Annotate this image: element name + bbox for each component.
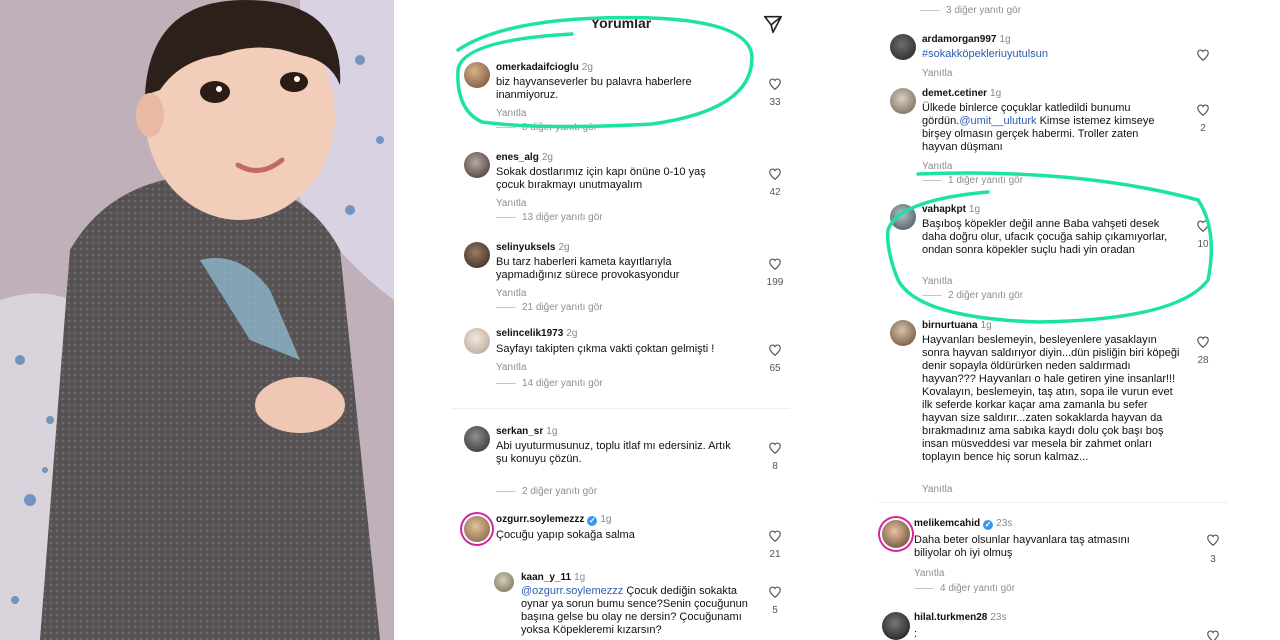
page-title: Yorumlar xyxy=(590,15,652,31)
heart-icon[interactable] xyxy=(768,585,782,599)
heart-icon[interactable] xyxy=(1196,48,1210,62)
comments-header: Yorumlar xyxy=(452,0,790,44)
heart-icon[interactable] xyxy=(1206,629,1220,640)
reply-button[interactable]: Yanıtla xyxy=(922,161,952,172)
view-replies-button[interactable]: 3 diğer yanıtı gör xyxy=(920,5,1021,16)
like-count: 21 xyxy=(769,549,781,560)
reply-button[interactable]: Yanıtla xyxy=(496,108,526,119)
divider xyxy=(452,408,790,409)
send-icon[interactable] xyxy=(762,13,784,35)
comment-username[interactable]: ozgurr.soylemezzz ✓ 1g xyxy=(496,514,611,526)
like-count: 5 xyxy=(772,605,778,616)
verified-badge-icon: ✓ xyxy=(587,516,598,526)
comment-text: Başıboş köpekler değil anne Baba vahşeti… xyxy=(922,218,1168,256)
avatar[interactable] xyxy=(464,516,490,542)
like-count: 10 xyxy=(1197,239,1209,250)
verified-badge-icon: ✓ xyxy=(983,520,994,530)
reply-button[interactable]: Yanıtla xyxy=(496,288,526,299)
avatar[interactable] xyxy=(464,426,490,452)
comment-text: Abi uyuturmusunuz, toplu itlaf mı edersi… xyxy=(496,440,731,465)
comment-text: Sokak dostlarımız için kapı önüne 0-10 y… xyxy=(496,166,706,191)
like-count: 33 xyxy=(769,97,781,108)
comment-username[interactable]: omerkadaifcioglu 2g xyxy=(496,62,593,73)
comment-text: Hayvanları beslemeyin, besleyenlere yasa… xyxy=(922,334,1180,463)
comment-username[interactable]: melikemcahid ✓ 23s xyxy=(914,518,1012,530)
comment-username[interactable]: birnurtuana 1g xyxy=(922,320,992,331)
view-replies-button[interactable]: 13 diğer yanıtı gör xyxy=(496,212,603,223)
comments-panel-right: 3 diğer yanıtı gör ardamorgan997 1g #soka… xyxy=(878,0,1228,640)
view-replies-button[interactable]: 8 diğer yanıtı gör xyxy=(496,122,597,133)
reply-button[interactable]: Yanıtla xyxy=(496,198,526,209)
comment-username[interactable]: vahapkpt 1g xyxy=(922,204,980,215)
view-replies-button[interactable]: 2 diğer yanıtı gör xyxy=(496,486,597,497)
view-replies-button[interactable]: 4 diğer yanıtı gör xyxy=(914,583,1015,594)
comment-text: Sayfayı takipten çıkma vakti çoktan gelm… xyxy=(496,343,715,355)
heart-icon[interactable] xyxy=(1206,533,1220,547)
like-count: 65 xyxy=(769,363,781,374)
divider xyxy=(878,502,1228,503)
reply-button[interactable]: Yanıtla xyxy=(922,484,952,495)
reply-button[interactable]: Yanıtla xyxy=(496,362,526,373)
comment-username[interactable]: ardamorgan997 1g xyxy=(922,34,1011,45)
heart-icon[interactable] xyxy=(768,167,782,181)
heart-icon[interactable] xyxy=(768,77,782,91)
like-count: 8 xyxy=(772,461,778,472)
comment-text: Çocuğu yapıp sokağa salma xyxy=(496,529,635,541)
avatar[interactable] xyxy=(882,520,910,548)
heart-icon[interactable] xyxy=(768,441,782,455)
avatar[interactable] xyxy=(464,152,490,178)
like-count: 28 xyxy=(1197,355,1209,366)
heart-icon[interactable] xyxy=(1196,103,1210,117)
view-replies-button[interactable]: 1 diğer yanıtı gör xyxy=(922,175,1023,186)
avatar[interactable] xyxy=(890,34,916,60)
comments-panel-left: Yorumlar omerkadaifcioglu 2g biz hayvanse… xyxy=(452,0,790,640)
avatar[interactable] xyxy=(890,88,916,114)
comment-text: @ozgurr.soylemezzz Çocuk dediğin sokakta… xyxy=(521,585,748,636)
comment-username[interactable]: kaan_y_11 1g xyxy=(521,572,585,583)
comment-text: Daha beter olsunlar hayvanlara taş atmas… xyxy=(914,534,1130,559)
heart-icon[interactable] xyxy=(768,257,782,271)
like-count: 42 xyxy=(769,187,781,198)
avatar[interactable] xyxy=(464,242,490,268)
mention-link[interactable]: @umit__uluturk xyxy=(959,115,1036,127)
comment-username[interactable]: demet.cetiner 1g xyxy=(922,88,1001,99)
comment-text: Bu tarz haberleri kameta kayıtlarıyla ya… xyxy=(496,256,680,281)
like-count: 2 xyxy=(1200,123,1206,134)
heart-icon[interactable] xyxy=(1196,219,1210,233)
heart-icon[interactable] xyxy=(1196,335,1210,349)
avatar[interactable] xyxy=(882,612,910,640)
heart-icon[interactable] xyxy=(768,529,782,543)
avatar[interactable] xyxy=(464,328,490,354)
avatar[interactable] xyxy=(464,62,490,88)
like-count: 199 xyxy=(766,277,784,288)
comment-username[interactable]: enes_alg 2g xyxy=(496,152,553,163)
like-count: 3 xyxy=(1210,554,1216,565)
hashtag-link[interactable]: #sokakköpekleriuyutulsun xyxy=(922,48,1162,61)
child-photo-illustration xyxy=(0,0,394,640)
comment-text: Ülkede binlerce çoçuklar katledildi bunu… xyxy=(922,102,1155,153)
avatar[interactable] xyxy=(494,572,514,592)
comment-username[interactable]: selinyuksels 2g xyxy=(496,242,570,253)
mention-link[interactable]: @ozgurr.soylemezzz xyxy=(521,585,623,597)
comment-username[interactable]: serkan_sr 1g xyxy=(496,426,557,437)
comment-text: : xyxy=(914,628,918,640)
child-photo xyxy=(0,0,394,640)
view-replies-button[interactable]: 2 diğer yanıtı gör xyxy=(922,290,1023,301)
reply-button[interactable]: Yanıtla xyxy=(922,68,952,79)
reply-button[interactable]: Yanıtla xyxy=(922,276,952,287)
comment-username[interactable]: hilal.turkmen28 23s xyxy=(914,612,1006,623)
avatar[interactable] xyxy=(890,204,916,230)
view-replies-button[interactable]: 14 diğer yanıtı gör xyxy=(496,378,603,389)
comment-text: biz hayvanseverler bu palavra haberlere … xyxy=(496,76,692,101)
comment-username[interactable]: selincelik1973 2g xyxy=(496,328,577,339)
reply-button[interactable]: Yanıtla xyxy=(914,568,944,579)
view-replies-button[interactable]: 21 diğer yanıtı gör xyxy=(496,302,603,313)
avatar[interactable] xyxy=(890,320,916,346)
heart-icon[interactable] xyxy=(768,343,782,357)
